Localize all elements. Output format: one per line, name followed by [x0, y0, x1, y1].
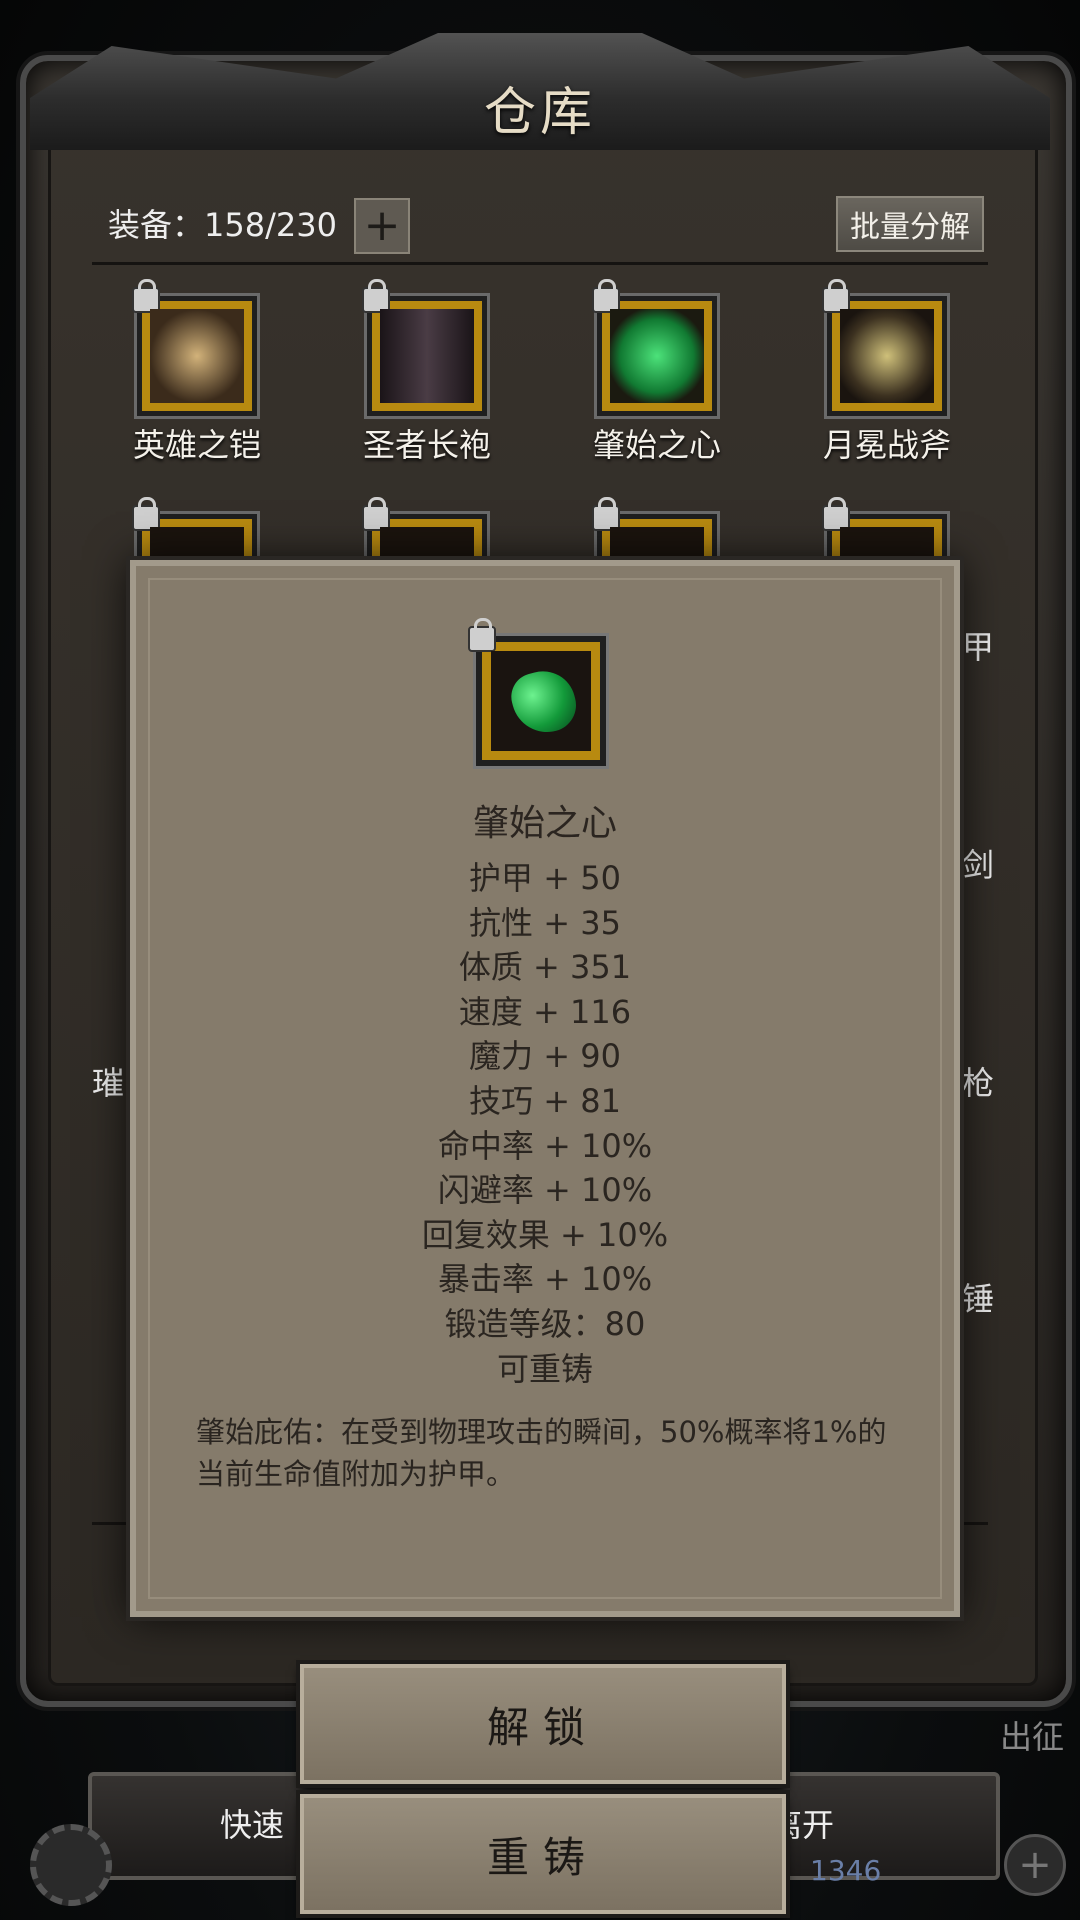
item-name-fragment: 璀: [92, 1064, 125, 1102]
stat-line: 技巧 + 81: [469, 1081, 621, 1120]
unlock-button[interactable]: 解锁: [300, 1664, 786, 1784]
item-detail-popup: 肇始之心 护甲 + 50 抗性 + 35 体质 + 351 速度 + 116 魔…: [130, 560, 960, 1617]
robe-icon: [380, 309, 474, 403]
stat-line: 速度 + 116: [458, 992, 632, 1031]
item-icon-background: [491, 651, 591, 751]
plus-circle-icon[interactable]: +: [1004, 1834, 1066, 1896]
quick-button[interactable]: 快速: [220, 1800, 284, 1846]
batch-decompose-button[interactable]: 批量分解: [836, 196, 984, 252]
gem-icon: [610, 309, 704, 403]
item-icon-frame: [468, 618, 606, 766]
item-name: 圣者长袍: [362, 426, 491, 464]
lock-icon: [468, 618, 496, 652]
item-name-fragment: 锤: [962, 1280, 995, 1318]
stat-line: 命中率 + 10%: [437, 1126, 653, 1165]
item-slot[interactable]: 圣者长袍: [362, 279, 492, 466]
item-slot[interactable]: 英雄之铠: [132, 279, 262, 466]
item-frame: [592, 279, 717, 416]
warehouse-title: 仓库: [483, 83, 596, 143]
item-slot[interactable]: 肇始之心: [592, 279, 722, 466]
expedition-label[interactable]: 出征: [1000, 1712, 1064, 1758]
item-name: 英雄之铠: [132, 426, 261, 464]
stat-line: 回复效果 + 10%: [421, 1215, 669, 1254]
stat-line: 闪避率 + 10%: [437, 1171, 653, 1210]
stat-line: 抗性 + 35: [469, 903, 621, 942]
item-name-fragment: 剑: [962, 846, 995, 884]
stat-line: 锻造等级：80: [444, 1304, 646, 1343]
item-title: 肇始之心: [472, 803, 617, 844]
stat-line: 魔力 + 90: [469, 1037, 621, 1076]
resource-count: 1346: [810, 1854, 882, 1887]
stat-line: 护甲 + 50: [469, 859, 621, 897]
reforge-button[interactable]: 重铸: [300, 1794, 786, 1914]
item-name: 肇始之心: [592, 426, 721, 464]
item-frame: [132, 279, 257, 416]
stats-list: 护甲 + 50 抗性 + 35 体质 + 351 速度 + 116 魔力 + 9…: [136, 856, 954, 1391]
item-name-fragment: 甲: [962, 628, 995, 666]
stat-line: 可重铸: [496, 1349, 593, 1388]
stat-line: 体质 + 351: [458, 948, 632, 987]
green-gem-icon: [506, 664, 582, 740]
divider: [92, 262, 988, 265]
stat-line: 暴击率 + 10%: [437, 1260, 653, 1299]
item-frame: [822, 279, 947, 416]
item-name: 月冕战斧: [822, 426, 951, 464]
add-slots-button[interactable]: +: [354, 198, 410, 254]
item-description: 肇始庇佑：在受到物理攻击的瞬间，50%概率将1%的当前生命值附加为护甲。: [196, 1415, 887, 1491]
equip-count: 装备：158/230: [108, 206, 337, 244]
item-frame: [362, 279, 487, 416]
gear-icon[interactable]: [30, 1824, 112, 1906]
armor-icon: [150, 309, 244, 403]
item-slot[interactable]: 月冕战斧: [822, 279, 952, 466]
plus-icon: +: [363, 200, 401, 251]
item-name-fragment: 枪: [962, 1064, 995, 1102]
axe-icon: [840, 309, 934, 403]
